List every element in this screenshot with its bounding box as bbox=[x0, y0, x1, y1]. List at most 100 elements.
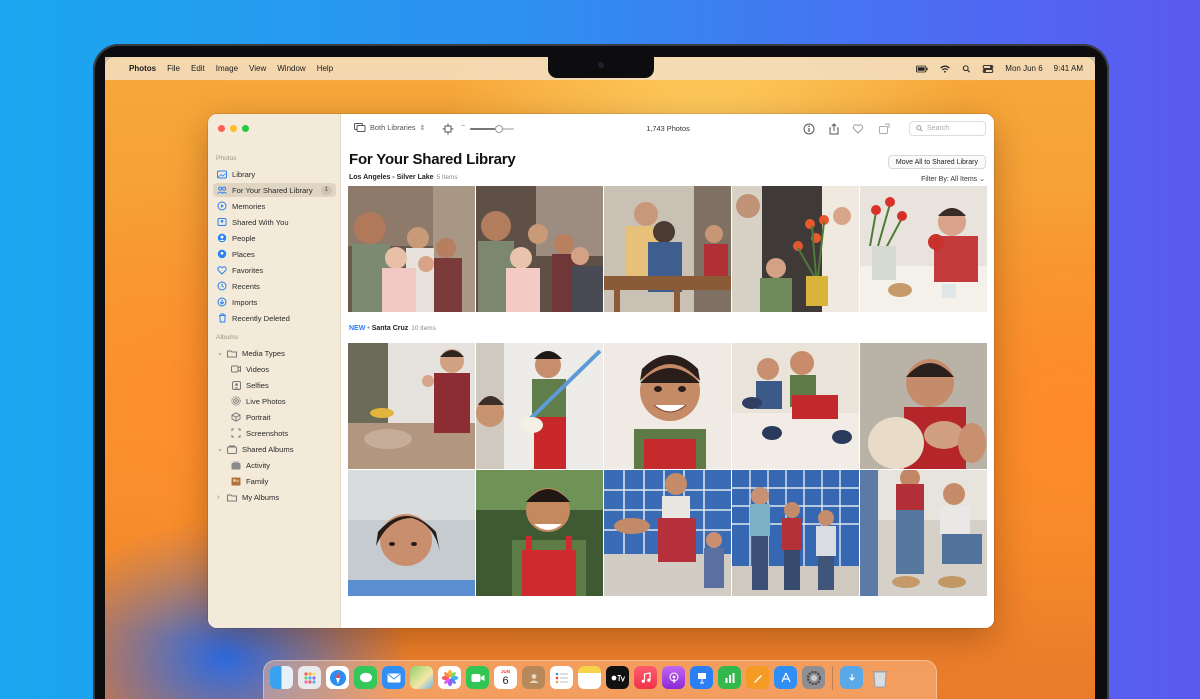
minimize-button[interactable] bbox=[230, 125, 237, 132]
sidebar-item-live-photos[interactable]: Live Photos bbox=[227, 394, 336, 408]
photo-thumbnail[interactable] bbox=[604, 186, 731, 312]
folder-icon bbox=[227, 492, 237, 502]
trash-icon[interactable] bbox=[868, 666, 891, 689]
photo-thumbnail[interactable] bbox=[604, 470, 731, 596]
numbers-icon[interactable] bbox=[718, 666, 741, 689]
photo-thumbnail[interactable] bbox=[476, 186, 603, 312]
chevron-down-icon: ⌄ bbox=[979, 176, 985, 183]
mail-icon[interactable] bbox=[382, 666, 405, 689]
sidebar-item-label: Portrait bbox=[246, 412, 271, 422]
sidebar-item-memories[interactable]: Memories bbox=[213, 199, 336, 213]
battery-icon[interactable] bbox=[916, 65, 928, 73]
menubar-time[interactable]: 9:41 AM bbox=[1054, 64, 1083, 73]
sidebar-item-library[interactable]: Library bbox=[213, 167, 336, 181]
photo-thumbnail[interactable] bbox=[476, 343, 603, 469]
apple-tv-icon[interactable] bbox=[606, 666, 629, 689]
clock-icon bbox=[217, 281, 227, 291]
app-store-icon[interactable] bbox=[774, 666, 797, 689]
sidebar-item-label: Library bbox=[232, 169, 256, 179]
sidebar-item-recents[interactable]: Recents bbox=[213, 279, 336, 293]
sidebar-item-videos[interactable]: Videos bbox=[227, 362, 336, 376]
menu-app-photos[interactable]: Photos bbox=[129, 64, 156, 73]
launchpad-icon[interactable] bbox=[298, 666, 321, 689]
share-icon[interactable] bbox=[828, 123, 840, 135]
move-to-library-icon[interactable] bbox=[878, 123, 890, 135]
maps-icon[interactable] bbox=[410, 666, 433, 689]
sidebar-item-shared-library[interactable]: For Your Shared Library 1 bbox=[213, 183, 336, 197]
search-icon[interactable] bbox=[962, 64, 971, 73]
search-field[interactable]: Search bbox=[909, 121, 986, 136]
photo-thumbnail[interactable] bbox=[732, 343, 859, 469]
sidebar-item-portrait[interactable]: Portrait bbox=[227, 410, 336, 424]
sidebar-item-places[interactable]: Places bbox=[213, 247, 336, 261]
sidebar-item-selfies[interactable]: Selfies bbox=[227, 378, 336, 392]
photo-thumbnail[interactable] bbox=[732, 186, 859, 312]
zoom-button[interactable] bbox=[242, 125, 249, 132]
photo-thumbnail[interactable] bbox=[476, 470, 603, 596]
photo-thumbnail[interactable] bbox=[348, 470, 475, 596]
finder-icon[interactable] bbox=[270, 666, 293, 689]
sidebar-item-shared-albums[interactable]: ⌄ Shared Albums bbox=[213, 442, 336, 456]
sidebar-item-family[interactable]: Family bbox=[227, 474, 336, 488]
menu-edit[interactable]: Edit bbox=[191, 64, 205, 73]
contacts-icon[interactable] bbox=[522, 666, 545, 689]
menubar-date[interactable]: Mon Jun 6 bbox=[1005, 64, 1042, 73]
sidebar-item-media-types[interactable]: ⌄ Media Types bbox=[213, 346, 336, 360]
photo-thumbnail[interactable] bbox=[348, 186, 475, 312]
sidebar-item-imports[interactable]: Imports bbox=[213, 295, 336, 309]
search-icon bbox=[916, 125, 923, 132]
photo-count: 1,743 Photos bbox=[646, 124, 690, 133]
facetime-icon[interactable] bbox=[466, 666, 489, 689]
map-pin-icon bbox=[217, 249, 227, 259]
music-icon[interactable] bbox=[634, 666, 657, 689]
camera-notch bbox=[548, 57, 654, 78]
sidebar-item-recently-deleted[interactable]: Recently Deleted bbox=[213, 311, 336, 325]
calendar-icon[interactable]: JUN 6 bbox=[494, 666, 517, 689]
sidebar-item-shared-with-you[interactable]: Shared With You bbox=[213, 215, 336, 229]
chevron-right-icon[interactable]: › bbox=[217, 494, 225, 501]
search-placeholder: Search bbox=[927, 125, 950, 132]
photo-thumbnail[interactable] bbox=[860, 470, 987, 596]
sidebar-item-label: Videos bbox=[246, 364, 270, 374]
sidebar-item-label: Shared With You bbox=[232, 217, 289, 227]
chevron-down-icon[interactable]: ⌄ bbox=[217, 445, 225, 453]
menu-file[interactable]: File bbox=[167, 64, 180, 73]
sidebar-item-my-albums[interactable]: › My Albums bbox=[213, 490, 336, 504]
menu-help[interactable]: Help bbox=[317, 64, 333, 73]
info-icon[interactable] bbox=[803, 123, 815, 135]
heart-icon bbox=[217, 265, 227, 275]
menu-view[interactable]: View bbox=[249, 64, 266, 73]
sidebar-item-favorites[interactable]: Favorites bbox=[213, 263, 336, 277]
chevron-down-icon[interactable]: ⌄ bbox=[217, 349, 225, 357]
family-album-thumbnail-icon bbox=[231, 476, 241, 486]
messages-icon[interactable] bbox=[354, 666, 377, 689]
wifi-icon[interactable] bbox=[939, 65, 951, 73]
keynote-icon[interactable] bbox=[690, 666, 713, 689]
notes-icon[interactable] bbox=[578, 666, 601, 689]
filter-dropdown[interactable]: Filter By: All Items ⌄ bbox=[921, 175, 985, 183]
menu-window[interactable]: Window bbox=[277, 64, 305, 73]
photo-thumbnail[interactable] bbox=[732, 470, 859, 596]
sidebar-item-people[interactable]: People bbox=[213, 231, 336, 245]
close-button[interactable] bbox=[218, 125, 225, 132]
photos-window: Photos Library For Your Shared Library 1… bbox=[208, 114, 994, 628]
reminders-icon[interactable] bbox=[550, 666, 573, 689]
photo-thumbnail[interactable] bbox=[860, 343, 987, 469]
photo-thumbnail[interactable] bbox=[860, 186, 987, 312]
pages-icon[interactable] bbox=[746, 666, 769, 689]
move-all-to-shared-library-button[interactable]: Move All to Shared Library bbox=[887, 155, 986, 169]
dock: JUN 6 bbox=[263, 660, 937, 699]
sidebar-item-screenshots[interactable]: Screenshots bbox=[227, 426, 336, 440]
podcasts-icon[interactable] bbox=[662, 666, 685, 689]
menu-image[interactable]: Image bbox=[216, 64, 238, 73]
favorite-heart-icon[interactable] bbox=[852, 123, 864, 135]
downloads-folder-icon[interactable] bbox=[840, 666, 863, 689]
control-center-icon[interactable] bbox=[982, 64, 994, 73]
photo-thumbnail[interactable] bbox=[604, 343, 731, 469]
page-title: For Your Shared Library bbox=[349, 151, 516, 168]
safari-icon[interactable] bbox=[326, 666, 349, 689]
system-settings-icon[interactable] bbox=[802, 666, 825, 689]
photo-thumbnail[interactable] bbox=[348, 343, 475, 469]
photos-app-icon[interactable] bbox=[438, 666, 461, 689]
sidebar-item-activity[interactable]: Activity bbox=[227, 458, 336, 472]
